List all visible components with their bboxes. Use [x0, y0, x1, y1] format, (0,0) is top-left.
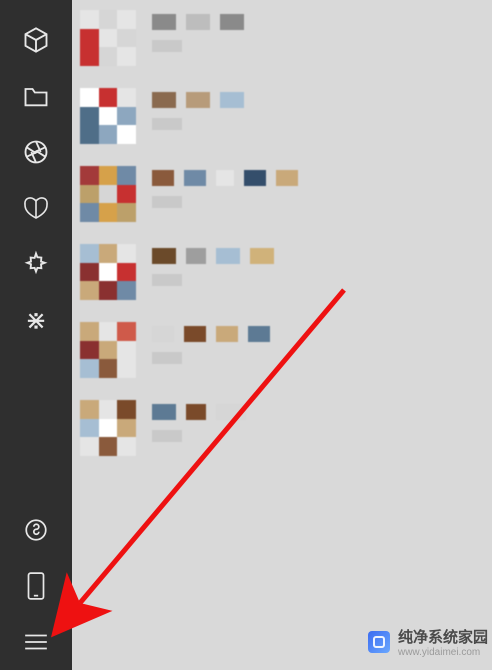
- list-item[interactable]: [80, 88, 484, 144]
- list-item-title: [152, 248, 274, 264]
- nav-mini-program[interactable]: [0, 502, 72, 558]
- watermark-logo-icon: [368, 631, 390, 653]
- list-item-subtitle: [152, 196, 298, 208]
- list-item-thumbnail: [80, 322, 136, 378]
- list-item[interactable]: [80, 400, 484, 456]
- list-item-thumbnail: [80, 244, 136, 300]
- nav-folder[interactable]: [0, 68, 72, 124]
- nav-spark[interactable]: ⋇: [0, 292, 72, 348]
- list-item-subtitle: [152, 118, 244, 130]
- list-item-meta: [152, 400, 246, 442]
- nav-discover[interactable]: [0, 236, 72, 292]
- content-list: [72, 0, 492, 670]
- list-item-subtitle: [152, 274, 274, 286]
- list-item-meta: [152, 88, 244, 130]
- watermark-title: 纯净系统家园: [398, 626, 488, 647]
- list-item-meta: [152, 244, 274, 286]
- mini-program-icon: [23, 517, 49, 543]
- list-item-subtitle: [152, 40, 244, 52]
- list-item-meta: [152, 10, 244, 52]
- list-item-title: [152, 14, 244, 30]
- watermark: 纯净系统家园 www.yidaimei.com: [368, 626, 488, 658]
- nav-aperture[interactable]: [0, 124, 72, 180]
- butterfly-icon: [22, 195, 50, 221]
- watermark-url: www.yidaimei.com: [398, 647, 488, 658]
- list-item[interactable]: [80, 244, 484, 300]
- hamburger-icon: [23, 631, 49, 653]
- aperture-icon: [22, 138, 50, 166]
- list-item-title: [152, 326, 270, 342]
- list-item-thumbnail: [80, 10, 136, 66]
- mobile-icon: [25, 571, 47, 601]
- window-edge: [492, 0, 500, 670]
- list-item-meta: [152, 322, 270, 364]
- nav-cube[interactable]: [0, 12, 72, 68]
- nav-channels[interactable]: [0, 180, 72, 236]
- list-item-subtitle: [152, 352, 270, 364]
- list-item[interactable]: [80, 10, 484, 66]
- star-icon: [22, 250, 50, 278]
- sidebar: ⋇: [0, 0, 72, 670]
- nav-mobile[interactable]: [0, 558, 72, 614]
- list-item-title: [152, 404, 246, 420]
- list-item-title: [152, 92, 244, 108]
- list-item-thumbnail: [80, 166, 136, 222]
- list-item-meta: [152, 166, 298, 208]
- app-root: ⋇: [0, 0, 500, 670]
- spark-icon: ⋇: [25, 307, 47, 333]
- list-item-thumbnail: [80, 400, 136, 456]
- list-item-title: [152, 170, 298, 186]
- cube-icon: [22, 26, 50, 54]
- list-item[interactable]: [80, 166, 484, 222]
- nav-menu[interactable]: [0, 614, 72, 670]
- list-item-thumbnail: [80, 88, 136, 144]
- list-item[interactable]: [80, 322, 484, 378]
- list-item-subtitle: [152, 430, 246, 442]
- folder-icon: [22, 83, 50, 109]
